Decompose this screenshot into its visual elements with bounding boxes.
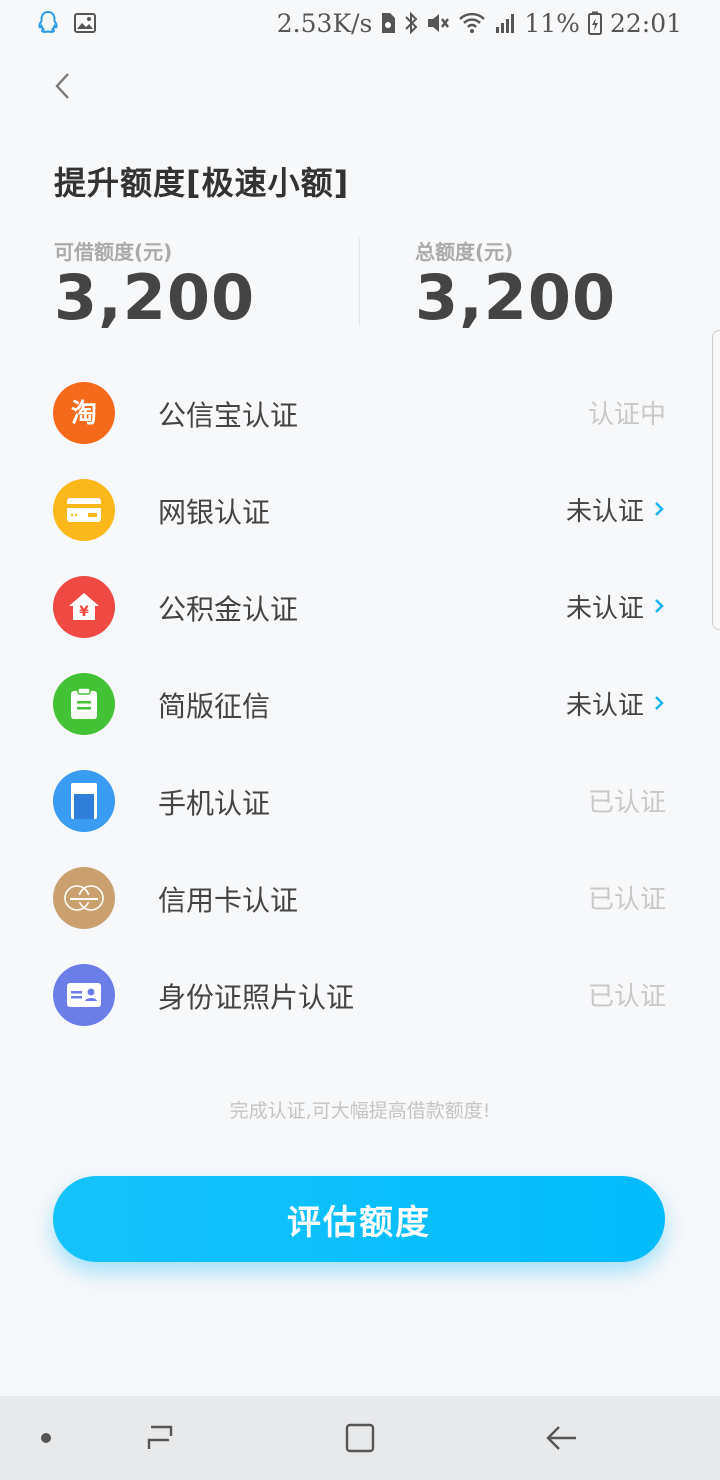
evaluate-limit-button[interactable]: 评估额度 [53,1176,665,1262]
page-title: 提升额度[极速小额] [54,164,350,202]
chevron-right-icon [655,502,664,516]
status-left [36,10,96,36]
battery-icon [587,11,602,35]
cert-status: 未认证 [565,691,644,721]
cert-status: 已认证 [587,982,666,1012]
edge-panel-handle[interactable] [712,330,720,630]
mastercard-icon [53,867,115,929]
hint-text: 完成认证,可大幅提高借款额度! [229,1100,491,1122]
cert-item-gongxinbao[interactable]: 淘 公信宝认证 认证中 [0,364,720,461]
clock: 22:01 [609,8,682,38]
cert-item-credit-report[interactable]: 简版征信 未认证 [0,655,720,752]
cert-item-credit-card[interactable]: 信用卡认证 已认证 [0,849,720,946]
status-bar: 2.53K/s 11% 22:01 [0,0,720,46]
cert-status: 已认证 [587,885,666,915]
cert-name: 简版征信 [158,690,271,723]
cert-item-online-bank[interactable]: 网银认证 未认证 [0,461,720,558]
certification-list: 淘 公信宝认证 认证中 网银认证 未认证 ¥ 公积金认证 未认证 简版征信 未认… [0,364,720,1043]
cert-status: 未认证 [565,497,644,527]
bluetooth-icon [404,11,418,35]
back-button[interactable] [40,64,84,108]
mute-icon [426,12,450,34]
cert-name: 网银认证 [158,496,271,529]
home-square-icon [345,1423,375,1453]
cert-item-housing-fund[interactable]: ¥ 公积金认证 未认证 [0,558,720,655]
cert-status: 认证中 [587,400,666,430]
status-right: 2.53K/s 11% 22:01 [277,9,682,38]
recent-apps-button[interactable] [130,1396,190,1480]
cert-item-id-photo[interactable]: 身份证照片认证 已认证 [0,946,720,1043]
net-speed: 2.53K/s [276,8,373,38]
qq-icon [36,10,60,36]
available-amount: 可借额度(元) 3,200 [54,236,255,333]
cert-item-phone[interactable]: 手机认证 已认证 [0,752,720,849]
clipboard-icon [53,673,115,735]
back-arrow-icon [546,1426,576,1450]
signal-icon [494,12,516,34]
phone-icon [53,770,115,832]
cert-name: 身份证照片认证 [158,981,355,1014]
home-button[interactable] [330,1396,390,1480]
navigation-bar [0,1396,720,1480]
cert-name: 手机认证 [158,787,271,820]
total-amount: 总额度(元) 3,200 [415,236,616,333]
sim-icon [380,12,396,34]
cert-name: 信用卡认证 [158,884,299,917]
cert-status: 未认证 [565,594,644,624]
recent-apps-icon [147,1425,173,1449]
id-card-icon [53,964,115,1026]
battery-percent: 11% [524,8,580,38]
wifi-icon [458,12,486,34]
svg-text:淘: 淘 [71,399,97,429]
chevron-right-icon [655,599,664,613]
dot-icon [41,1433,51,1443]
taobao-icon: 淘 [53,382,115,444]
nav-dot-button[interactable] [30,1396,62,1480]
bank-card-icon [53,479,115,541]
housing-fund-icon: ¥ [53,576,115,638]
cert-status: 已认证 [587,788,666,818]
amount-divider [359,238,360,326]
image-icon [74,13,96,33]
total-amount-value: 3,200 [415,261,617,334]
chevron-left-icon [55,73,69,99]
cert-name: 公信宝认证 [158,399,299,432]
system-back-button[interactable] [532,1396,592,1480]
available-amount-value: 3,200 [54,261,256,334]
chevron-right-icon [655,696,664,710]
svg-text:¥: ¥ [79,604,89,620]
cert-name: 公积金认证 [158,593,299,626]
